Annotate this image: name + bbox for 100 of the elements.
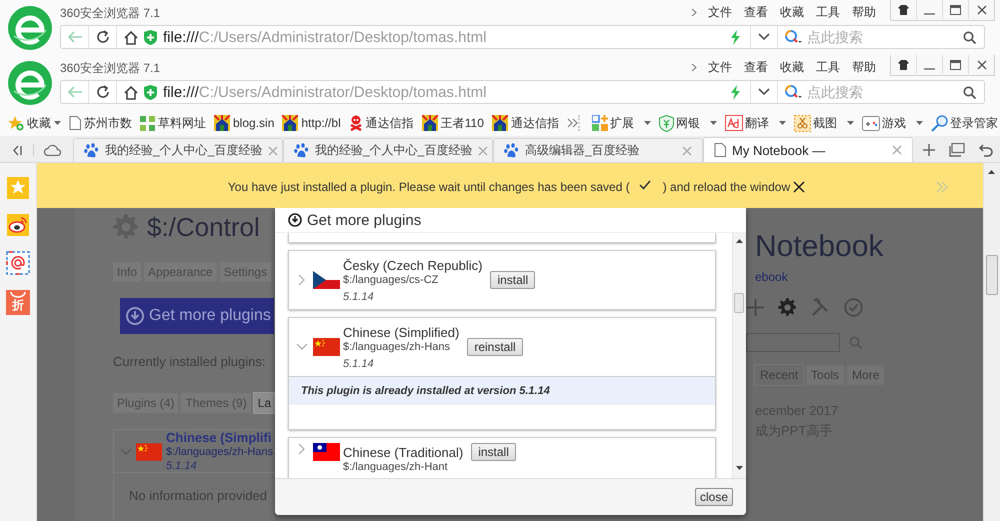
chevron-icon[interactable] (691, 63, 697, 72)
screenshot-icon (794, 114, 811, 132)
bookmark-item[interactable]: blog.sin (214, 115, 274, 131)
lightning-icon[interactable] (730, 84, 741, 100)
collapse-sidebar-icon[interactable] (12, 144, 23, 156)
scrollbar-thumb[interactable] (986, 255, 998, 295)
bookmark-item[interactable]: http://bl (282, 115, 341, 131)
install-button[interactable]: install (490, 271, 536, 289)
close-icon[interactable] (976, 60, 986, 70)
address-field[interactable]: file:///C:/Users/Administrator/Desktop/tomas.html (163, 84, 730, 100)
plugin-path: $:/languages/cs-CZ (343, 273, 440, 286)
search-field[interactable]: 点此搜索 (805, 83, 960, 101)
install-button[interactable]: install (471, 443, 516, 461)
chevron-right-icon[interactable] (298, 443, 306, 455)
apps-icon (592, 115, 608, 131)
menu-item[interactable]: 帮助 (846, 4, 882, 21)
scroll-down-icon[interactable] (736, 466, 743, 470)
bookmark-item[interactable]: 王者110 (422, 114, 484, 132)
bookmark-item[interactable]: 草料网址 (140, 114, 206, 132)
bookmark-item[interactable]: 通达信指 (348, 114, 414, 132)
menu-item[interactable]: 文件 (702, 4, 738, 21)
chevron-down-icon (120, 448, 132, 456)
figure-icon (348, 115, 363, 131)
home-icon[interactable] (122, 30, 138, 44)
gear-icon[interactable] (778, 298, 797, 317)
install-button[interactable]: reinstall (467, 338, 523, 356)
refresh-icon[interactable] (96, 85, 110, 99)
close-tab-icon[interactable] (892, 145, 902, 155)
at-sign-icon[interactable] (6, 251, 30, 275)
check-icon (638, 180, 651, 190)
lightning-icon[interactable] (730, 30, 741, 44)
paw-icon (504, 143, 519, 158)
plugin-name: Chinese (Simplifi (166, 430, 272, 444)
scrollbar-thumb[interactable] (734, 293, 744, 313)
menu-item[interactable]: 收藏 (774, 4, 810, 21)
browser-tab[interactable]: My Notebook — (703, 137, 913, 162)
refresh-icon[interactable] (96, 30, 110, 44)
page-heading: $:/Control (147, 212, 260, 242)
dropdown-caret-icon[interactable] (758, 88, 770, 96)
scroll-up-icon[interactable] (736, 239, 743, 243)
chevron-icon[interactable] (691, 8, 697, 17)
page-icon (714, 143, 726, 157)
browser-tab[interactable]: 高级编辑器_百度经验 (493, 138, 703, 162)
plugin-path: $:/languages/zh-Hans (166, 445, 274, 458)
china-flag-icon (136, 442, 162, 460)
yen-shield-icon (658, 114, 674, 132)
chevron-right-icon[interactable] (298, 274, 306, 286)
toolbar-item[interactable]: 游戏 (862, 114, 923, 132)
menu-item[interactable]: 工具 (810, 59, 846, 76)
shirt-icon[interactable] (898, 60, 909, 70)
bookmark-item[interactable]: 通达信指 (492, 114, 559, 132)
plugin-version: 5.1.14 (343, 356, 375, 372)
search-engine-icon[interactable] (784, 30, 802, 44)
bookmark-item[interactable]: 苏州市数 (69, 114, 132, 132)
menu-item[interactable]: 文件 (702, 59, 738, 76)
home-icon[interactable] (122, 84, 138, 100)
cloud-icon[interactable] (44, 144, 61, 156)
menu-item[interactable]: 收藏 (774, 59, 810, 76)
browser-tab[interactable]: 我的经验_个人中心_百度经验 (283, 138, 493, 162)
undo-icon[interactable] (979, 144, 993, 156)
close-icon[interactable] (793, 180, 806, 192)
toolbar-item[interactable]: 扩展 (592, 114, 651, 132)
address-field[interactable]: file:///C:/Users/Administrator/Desktop/tomas.html (163, 28, 730, 46)
menu-item[interactable]: 查看 (738, 59, 774, 76)
download-circle-icon (126, 307, 144, 325)
search-icon[interactable] (963, 30, 976, 44)
toolbar-item[interactable]: 截图 (794, 114, 854, 132)
key-magnifier-icon (930, 114, 948, 132)
close-icon[interactable] (976, 4, 986, 14)
bookmark-item[interactable]: 收藏 (8, 114, 61, 132)
close-button[interactable]: close (694, 488, 733, 506)
maximize-icon[interactable] (950, 60, 961, 70)
chevron-down-icon[interactable] (296, 343, 308, 351)
windows-icon[interactable] (949, 143, 965, 157)
menu-item[interactable]: 工具 (810, 4, 846, 21)
get-plugins-button[interactable]: Get more plugins (120, 298, 274, 334)
search-icon[interactable] (963, 86, 976, 98)
overflow-chevrons-icon[interactable] (566, 118, 578, 128)
new-tab-plus-icon[interactable] (923, 144, 935, 156)
toolbar-item[interactable]: 登录管家 (930, 114, 998, 132)
window-title: 360安全浏览器 7.1 (60, 60, 160, 77)
search-engine-icon[interactable] (784, 85, 802, 99)
toolbar-item[interactable]: 翻译 (724, 114, 786, 132)
dropdown-caret-icon[interactable] (758, 33, 770, 41)
menu-item[interactable]: 查看 (738, 4, 774, 21)
search-field[interactable]: 点此搜索 (805, 28, 960, 46)
browser-tab[interactable]: 我的经验_个人中心_百度经验 (73, 138, 283, 162)
check-circle-icon[interactable] (844, 298, 863, 317)
maximize-icon[interactable] (950, 4, 961, 14)
page-tab[interactable]: La (254, 393, 275, 413)
shirt-icon[interactable] (898, 4, 909, 14)
plugin-version: 5.1.14 (343, 290, 375, 304)
plugin-name: Chinese (Simplified) (343, 324, 460, 340)
scroll-up-icon[interactable] (988, 170, 995, 174)
toolbar-item[interactable]: 网银 (658, 114, 717, 132)
weibo-icon[interactable] (7, 214, 29, 236)
search-field[interactable] (746, 333, 840, 352)
plugin-note: This plugin is already installed at version 5.1.14 (289, 376, 715, 405)
menu-item[interactable]: 帮助 (846, 59, 882, 76)
browser-logo-icon (8, 6, 52, 50)
